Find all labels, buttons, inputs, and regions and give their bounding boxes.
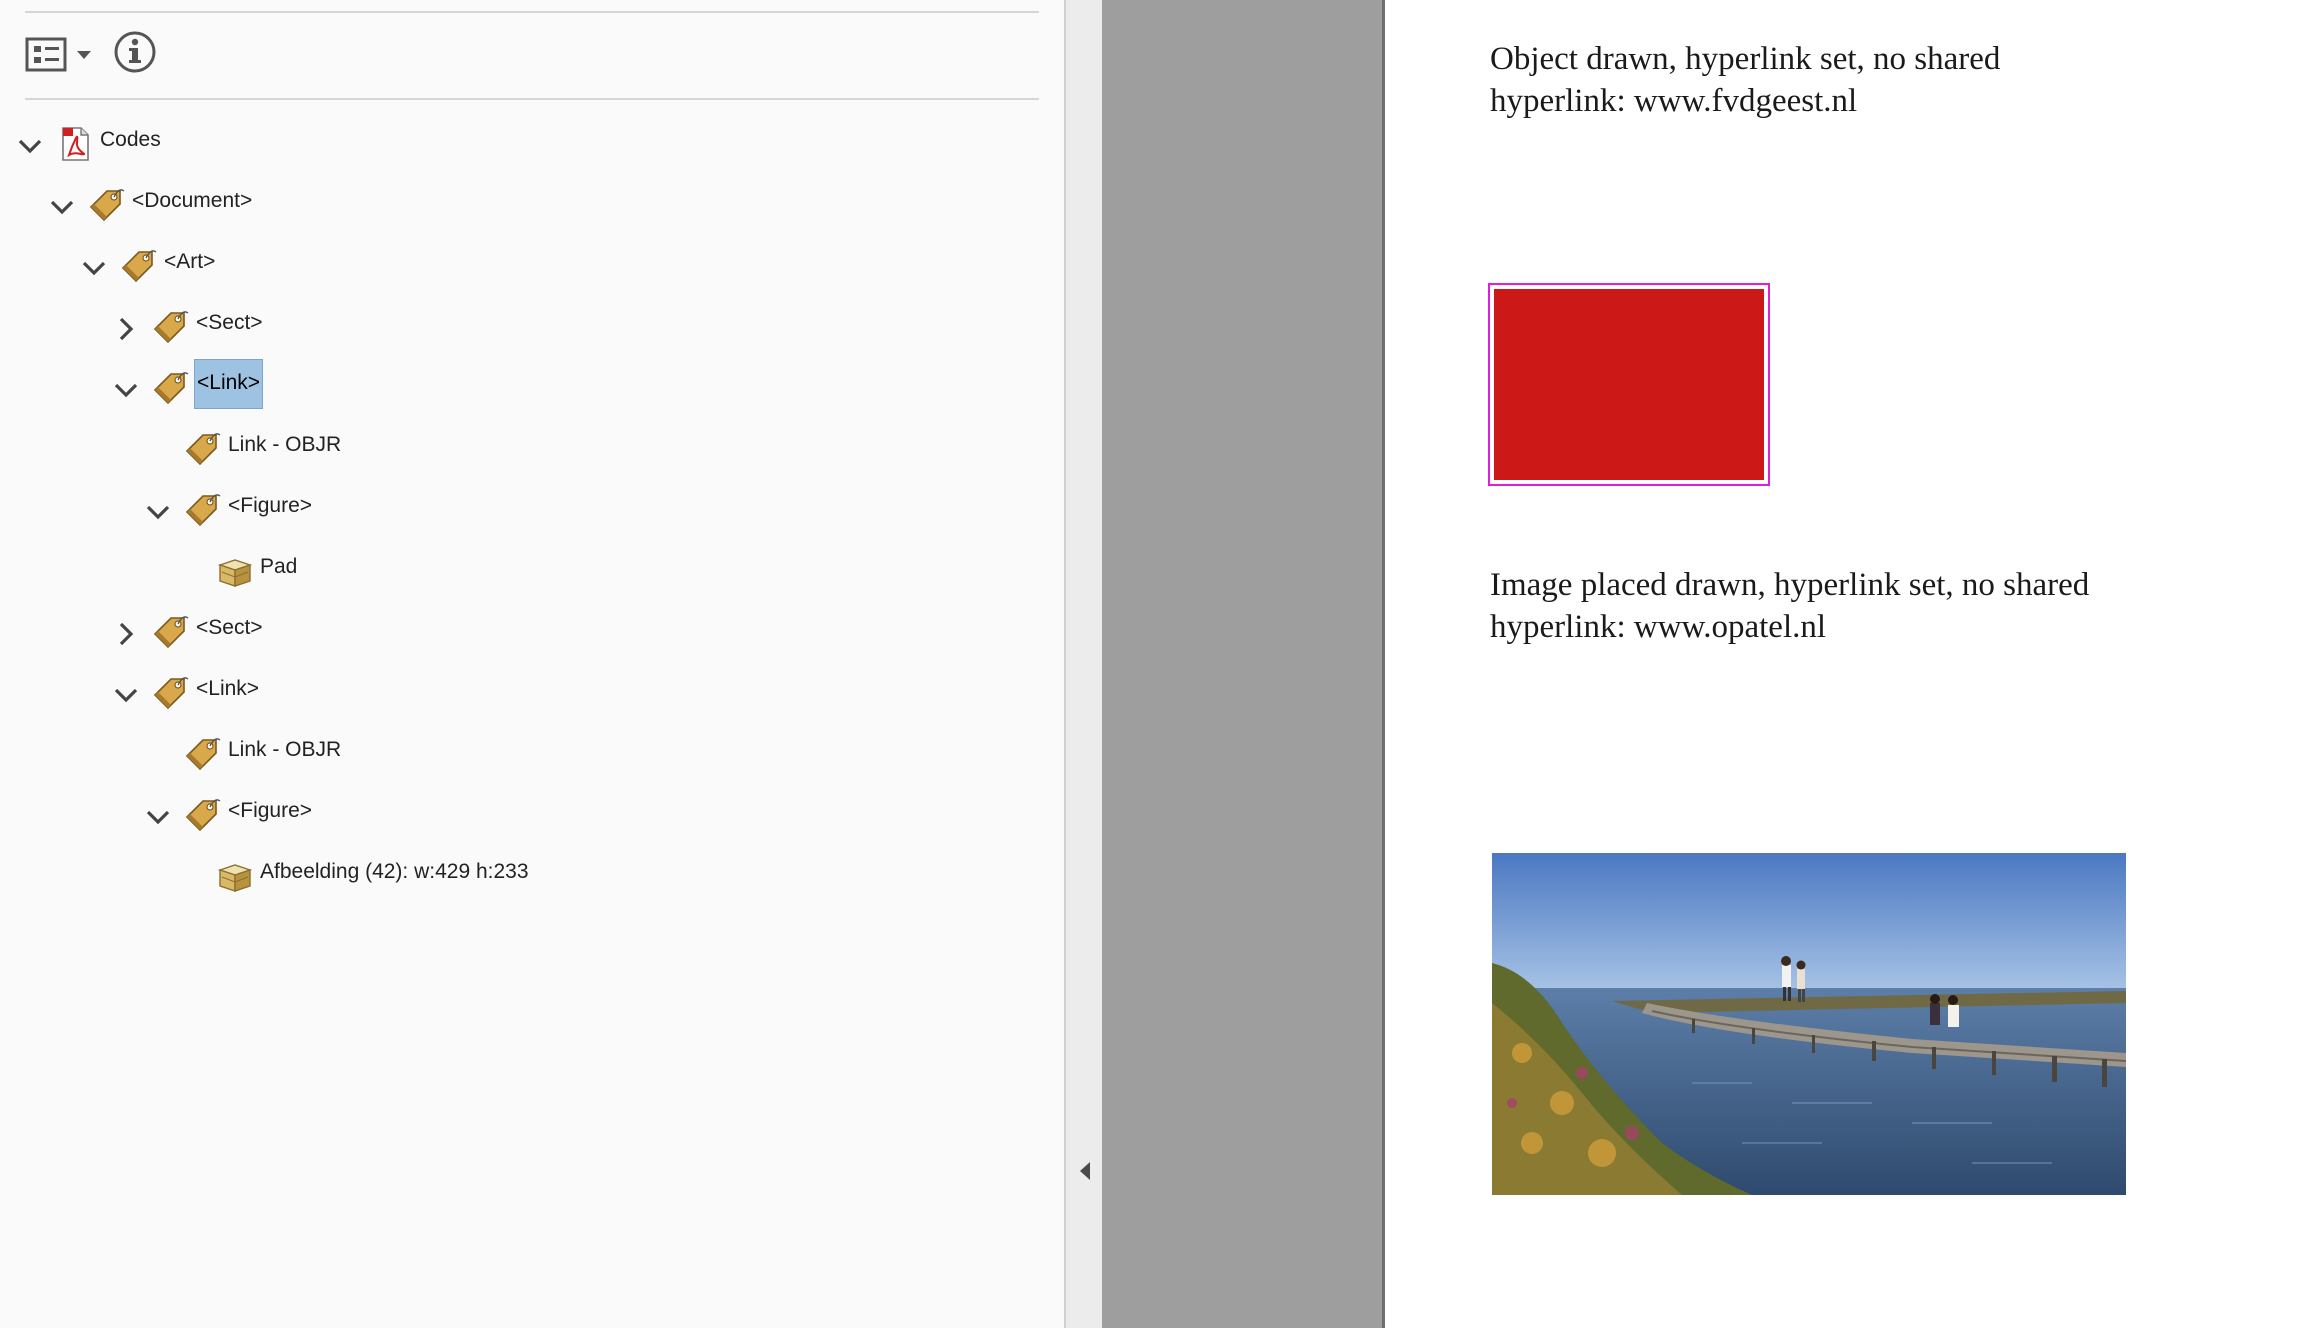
tags-panel: Codes <Document> <Art> <Sect> <Link> Link - O… [0, 0, 1064, 1328]
dropdown-caret-icon [77, 51, 91, 59]
tag-icon [153, 677, 189, 710]
panel-divider-toolbar [25, 98, 1039, 100]
tree-row[interactable]: <Document> [32, 179, 732, 227]
content-box-icon [217, 864, 253, 892]
content-box-icon [217, 559, 253, 587]
tree-item-label[interactable]: Pad [258, 553, 299, 581]
chevron-down-icon[interactable] [112, 376, 140, 404]
tree-item-label[interactable]: <Figure> [226, 797, 314, 825]
tag-icon [153, 616, 189, 649]
tag-icon [185, 433, 221, 466]
panel-splitter[interactable] [1064, 0, 1102, 1328]
tree-row[interactable]: <Sect> [96, 606, 796, 654]
tree-row[interactable]: Link - OBJR [128, 728, 828, 776]
paragraph-image-placed: Image placed drawn, hyperlink set, no sh… [1490, 567, 2090, 645]
tag-icon [185, 799, 221, 832]
tree-item-label[interactable]: Codes [98, 126, 163, 154]
chevron-right-icon[interactable] [112, 315, 140, 343]
tree-item-label[interactable]: <Sect> [194, 614, 265, 642]
chevron-down-icon[interactable] [112, 681, 140, 709]
options-menu-button[interactable] [25, 36, 95, 74]
tree-item-label[interactable]: <Art> [162, 248, 217, 276]
document-page: Object drawn, hyperlink set, no shared h… [1382, 0, 2306, 1328]
tree-item-label[interactable]: <Link> [194, 675, 261, 703]
tag-icon [185, 494, 221, 527]
app-window: Codes <Document> <Art> <Sect> <Link> Link - O… [0, 0, 2306, 1328]
options-menu-icon [25, 37, 91, 72]
tree-row[interactable]: <Link> [96, 667, 796, 715]
tree-item-label[interactable]: Link - OBJR [226, 736, 343, 764]
tag-icon [153, 311, 189, 344]
tree-row[interactable]: <Link> [96, 359, 796, 410]
tree-row[interactable]: Link - OBJR [128, 423, 828, 471]
tree-row[interactable]: <Art> [64, 240, 764, 288]
tree-item-label[interactable]: Afbeelding (42): w:429 h:233 [258, 858, 531, 886]
tree-row[interactable]: Pad [160, 545, 860, 593]
tree-item-label-selected[interactable]: <Link> [194, 359, 264, 409]
panel-divider-top [25, 11, 1039, 13]
chevron-down-icon[interactable] [80, 254, 108, 282]
tag-icon [121, 250, 157, 283]
tag-icon [89, 189, 125, 222]
tree-item-label[interactable]: <Sect> [194, 309, 265, 337]
tag-icon [153, 372, 189, 405]
tree-row[interactable]: Codes [0, 118, 700, 166]
tree-item-label[interactable]: <Figure> [226, 492, 314, 520]
chevron-down-icon[interactable] [144, 498, 172, 526]
boardwalk-photo-image [1492, 853, 2126, 1195]
chevron-down-icon[interactable] [144, 803, 172, 831]
info-icon [114, 31, 156, 73]
info-button[interactable] [113, 30, 157, 74]
red-rectangle-link[interactable] [1488, 283, 1770, 486]
red-rectangle-fill [1494, 289, 1764, 480]
tag-icon [185, 738, 221, 771]
tree-item-label[interactable]: <Document> [130, 187, 254, 215]
pdf-file-icon [62, 127, 89, 161]
collapse-panel-icon[interactable] [1078, 1160, 1092, 1182]
boardwalk-photo-link[interactable] [1492, 853, 2126, 1195]
chevron-down-icon[interactable] [16, 132, 44, 160]
chevron-right-icon[interactable] [112, 620, 140, 648]
tree-row[interactable]: <Figure> [128, 484, 828, 532]
tree-item-label[interactable]: Link - OBJR [226, 431, 343, 459]
document-background [1102, 0, 1382, 1328]
tree-row[interactable]: Afbeelding (42): w:429 h:233 [160, 850, 860, 898]
paragraph-object-drawn: Object drawn, hyperlink set, no shared h… [1490, 41, 2001, 119]
tree-row[interactable]: <Sect> [96, 301, 796, 349]
chevron-down-icon[interactable] [48, 193, 76, 221]
tree-row[interactable]: <Figure> [128, 789, 828, 837]
